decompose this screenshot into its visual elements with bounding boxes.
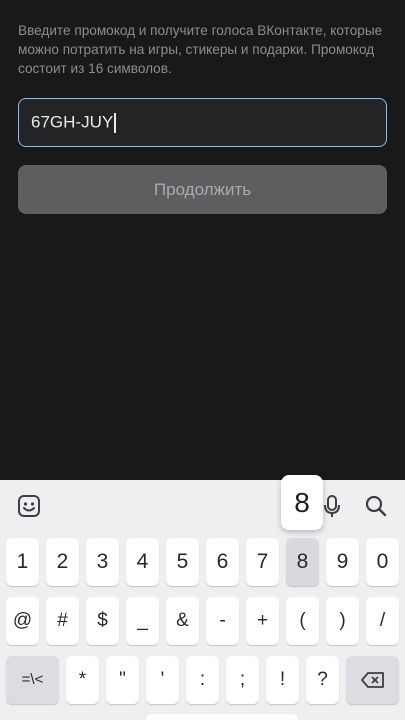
- search-icon[interactable]: [362, 492, 390, 520]
- keyboard-toolbar: [0, 480, 405, 532]
- onscreen-keyboard: 1 2 3 4 5 6 7 8 9 0 @ # $ _ & - + ( ) / …: [0, 480, 405, 720]
- key-asterisk[interactable]: *: [66, 656, 99, 704]
- key-5[interactable]: 5: [166, 538, 199, 586]
- key-single-quote[interactable]: ': [146, 656, 179, 704]
- keyboard-row-more-symbols: =\< * " ' : ; ! ?: [0, 656, 405, 704]
- space-key[interactable]: [146, 714, 298, 720]
- key-underscore[interactable]: _: [126, 597, 159, 645]
- keyboard-row-digits: 1 2 3 4 5 6 7 8 9 0: [0, 538, 405, 586]
- key-3[interactable]: 3: [86, 538, 119, 586]
- keyboard-row-symbols: @ # $ _ & - + ( ) /: [0, 597, 405, 645]
- emoji-icon[interactable]: [15, 492, 43, 520]
- key-open-paren[interactable]: (: [286, 597, 319, 645]
- key-6[interactable]: 6: [206, 538, 239, 586]
- key-ampersand[interactable]: &: [166, 597, 199, 645]
- key-plus[interactable]: +: [246, 597, 279, 645]
- key-press-popup: 8: [281, 475, 323, 530]
- key-8[interactable]: 8: [286, 538, 319, 586]
- key-more-symbols[interactable]: =\<: [6, 656, 59, 704]
- key-hash[interactable]: #: [46, 597, 79, 645]
- backspace-key[interactable]: [346, 656, 399, 704]
- key-9[interactable]: 9: [326, 538, 359, 586]
- key-close-paren[interactable]: ): [326, 597, 359, 645]
- key-semicolon[interactable]: ;: [226, 656, 259, 704]
- key-minus[interactable]: -: [206, 597, 239, 645]
- promo-code-input[interactable]: 67GH-JUY: [18, 98, 387, 147]
- key-exclamation[interactable]: !: [266, 656, 299, 704]
- key-slash[interactable]: /: [366, 597, 399, 645]
- backspace-icon: [360, 672, 384, 688]
- key-1[interactable]: 1: [6, 538, 39, 586]
- key-2[interactable]: 2: [46, 538, 79, 586]
- key-dollar[interactable]: $: [86, 597, 119, 645]
- promo-description: Введите промокод и получите голоса ВКонт…: [18, 23, 383, 76]
- promo-code-value: 67GH-JUY: [31, 112, 114, 132]
- key-4[interactable]: 4: [126, 538, 159, 586]
- key-0[interactable]: 0: [366, 538, 399, 586]
- promo-code-screen: Введите промокод и получите голоса ВКонт…: [0, 0, 405, 720]
- key-question[interactable]: ?: [306, 656, 339, 704]
- key-double-quote[interactable]: ": [106, 656, 139, 704]
- continue-button[interactable]: Продолжить: [18, 165, 387, 214]
- key-7[interactable]: 7: [246, 538, 279, 586]
- text-caret: [114, 112, 116, 133]
- key-at[interactable]: @: [6, 597, 39, 645]
- key-colon[interactable]: :: [186, 656, 219, 704]
